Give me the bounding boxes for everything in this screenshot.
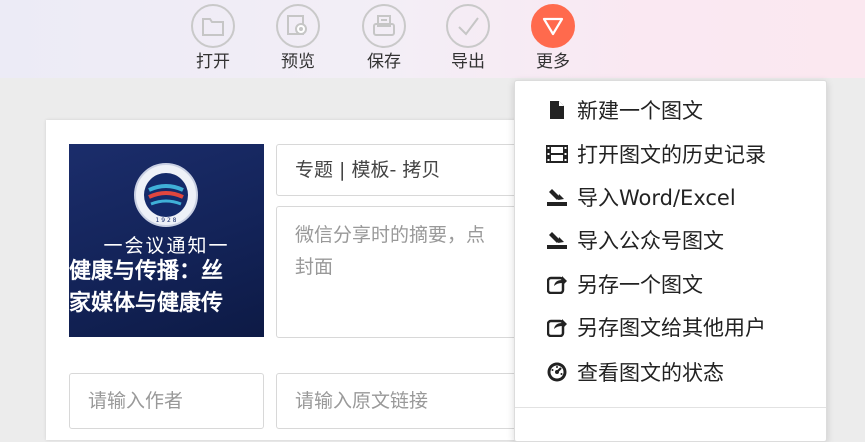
preview-icon	[287, 15, 307, 35]
dashboard-icon	[547, 362, 567, 382]
more-button[interactable]: 更多	[520, 4, 586, 72]
open-label: 打开	[196, 52, 230, 72]
svg-text:1 9 2 8: 1 9 2 8	[156, 217, 177, 224]
menu-item-label: 导入Word/Excel	[577, 186, 736, 210]
folder-icon	[202, 18, 224, 36]
menu-item-label: 新建一个图文	[577, 99, 703, 123]
cover-title-line2: 家媒体与健康传	[69, 291, 224, 316]
save-button[interactable]: 保存	[351, 4, 417, 72]
import-icon	[547, 232, 567, 249]
menu-item-label: 另存图文给其他用户	[577, 316, 766, 340]
article-editor-card: 1 9 2 8 一会议通知一 健康与传播：丝 家媒体与健康传 专题 | 模板- …	[46, 120, 556, 440]
author-field[interactable]: 请输入作者	[69, 373, 264, 429]
menu-item-label: 另存一个图文	[577, 273, 703, 297]
menu-item-save-as[interactable]: 另存一个图文	[545, 268, 703, 300]
save-label: 保存	[367, 52, 401, 72]
menu-divider	[515, 407, 826, 408]
file-icon	[550, 101, 564, 119]
top-toolbar: 打开 预览 保存 导出 更多	[0, 0, 865, 78]
menu-item-label: 查看图文的状态	[577, 361, 724, 385]
preview-label: 预览	[281, 52, 315, 72]
export-label: 导出	[451, 52, 485, 72]
import-icon	[547, 189, 567, 206]
university-emblem: 1 9 2 8	[134, 163, 198, 227]
menu-item-save-to-other-user[interactable]: 另存图文给其他用户	[545, 311, 766, 343]
cover-notice-text: 一会议通知一	[103, 235, 230, 257]
check-icon	[458, 17, 479, 36]
menu-item-label: 打开图文的历史记录	[577, 143, 766, 167]
share-icon	[547, 319, 567, 337]
more-label: 更多	[536, 52, 570, 72]
menu-item-view-status[interactable]: 查看图文的状态	[545, 356, 724, 388]
menu-item-history[interactable]: 打开图文的历史记录	[545, 138, 766, 170]
triangle-down-icon	[542, 17, 564, 36]
menu-item-label: 导入公众号图文	[577, 229, 724, 253]
share-icon	[547, 276, 567, 294]
export-button[interactable]: 导出	[435, 4, 501, 72]
cover-title-line1: 健康与传播：丝	[69, 259, 224, 284]
preview-button[interactable]: 预览	[265, 4, 331, 72]
menu-item-import-wechat-article[interactable]: 导入公众号图文	[545, 224, 724, 256]
more-menu: 新建一个图文 打开图文的历史记录 导入Word/Excel 导入公众号图文 另存…	[514, 80, 827, 442]
menu-item-import-word-excel[interactable]: 导入Word/Excel	[545, 181, 736, 213]
menu-item-new-article[interactable]: 新建一个图文	[545, 94, 703, 126]
film-icon	[546, 145, 568, 163]
open-button[interactable]: 打开	[180, 4, 246, 72]
save-icon	[373, 15, 395, 36]
cover-image[interactable]: 1 9 2 8 一会议通知一 健康与传播：丝 家媒体与健康传	[69, 144, 264, 337]
